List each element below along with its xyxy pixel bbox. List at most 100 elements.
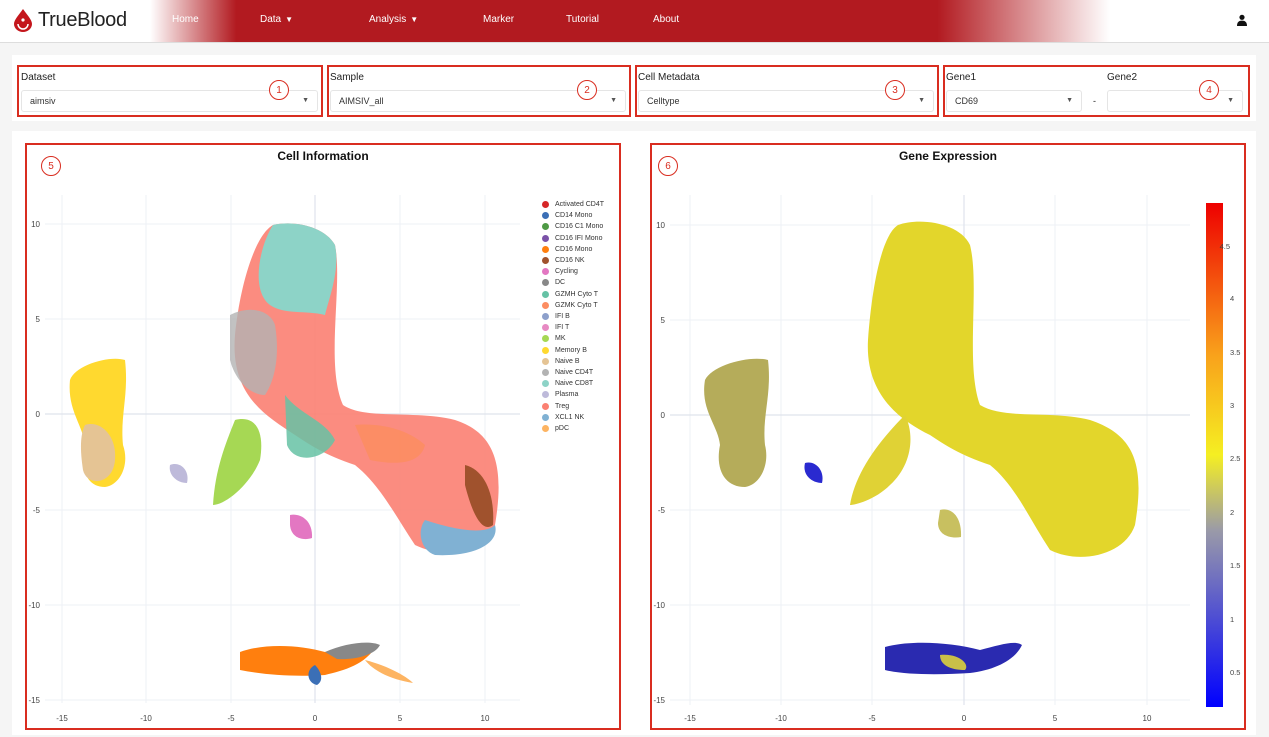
- legend-item[interactable]: XCL1 NK: [542, 413, 585, 421]
- legend-label: IFI T: [555, 324, 570, 332]
- legend-item[interactable]: pDC: [542, 425, 569, 432]
- legend-swatch: [542, 234, 549, 242]
- x-tick: 10: [1143, 714, 1152, 723]
- step-badge-1: 1: [269, 80, 289, 100]
- legend-swatch: [542, 357, 549, 365]
- metadata-label: Cell Metadata: [638, 72, 700, 83]
- legend-item[interactable]: CD16 NK: [542, 257, 585, 264]
- legend-swatch: [542, 413, 549, 421]
- caret-down-icon: ▼: [285, 15, 294, 24]
- y-tick: 0: [36, 410, 41, 419]
- legend-swatch: [542, 380, 549, 388]
- legend-label: GZMH Cyto T: [555, 290, 599, 298]
- y-tick: 0: [661, 411, 666, 420]
- cell-info-title: Cell Information: [277, 149, 369, 163]
- nav-home[interactable]: Home: [172, 14, 199, 25]
- gene-separator: -: [1093, 96, 1096, 106]
- step-badge-2: 2: [577, 80, 597, 100]
- colorbar-tick: 4.5: [1220, 242, 1230, 251]
- legend-item[interactable]: MK: [542, 335, 566, 343]
- legend-label: CD16 C1 Mono: [555, 223, 604, 231]
- legend-swatch: [542, 268, 549, 276]
- dataset-label: Dataset: [21, 72, 56, 83]
- legend-item[interactable]: Treg: [542, 402, 569, 410]
- nav-home-label: Home: [172, 14, 199, 25]
- legend-item[interactable]: CD16 Mono: [542, 245, 592, 253]
- legend-swatch: [542, 346, 549, 354]
- dataset-select-value: aimsiv: [30, 96, 56, 106]
- legend-item[interactable]: IFI T: [542, 324, 570, 332]
- nav-data[interactable]: Data ▼: [260, 14, 293, 25]
- nav-tutorial[interactable]: Tutorial: [566, 14, 599, 25]
- gene-expr-umap[interactable]: 4.5 4 3.5 3 2.5 2 1.5 1 0.5 -15 -10 -5 0…: [650, 165, 1246, 725]
- y-tick: -10: [653, 601, 665, 610]
- x-tick: -5: [227, 714, 235, 723]
- chevron-down-icon: ▼: [302, 97, 309, 104]
- x-tick: -15: [684, 714, 696, 723]
- cell-info-umap[interactable]: -15 -10 -5 0 5 10 10 5 0 -5 -10 -15: [25, 165, 625, 725]
- legend-label: Naive CD4T: [555, 369, 594, 376]
- legend-swatch: [542, 391, 549, 399]
- chevron-down-icon: ▼: [610, 97, 617, 104]
- legend-label: Activated CD4T: [555, 201, 605, 208]
- sample-label: Sample: [330, 72, 364, 83]
- legend-item[interactable]: CD16 IFI Mono: [542, 234, 602, 242]
- x-tick: 10: [481, 714, 490, 723]
- nav-marker[interactable]: Marker: [483, 14, 514, 25]
- legend-item[interactable]: CD14 Mono: [542, 212, 592, 220]
- colorbar-tick: 3.5: [1230, 348, 1240, 357]
- legend-label: Memory B: [555, 346, 587, 354]
- legend-item[interactable]: GZMK Cyto T: [542, 301, 598, 309]
- gene2-select[interactable]: ▼: [1107, 90, 1243, 112]
- step-badge-4: 4: [1199, 80, 1219, 100]
- colorbar-tick: 1: [1230, 615, 1234, 624]
- legend-item[interactable]: GZMH Cyto T: [542, 290, 599, 298]
- legend-item[interactable]: Naive B: [542, 357, 580, 365]
- x-tick: 5: [398, 714, 403, 723]
- y-tick: -15: [28, 696, 40, 705]
- chevron-down-icon: ▼: [1066, 97, 1073, 104]
- gene1-select[interactable]: CD69 ▼: [946, 90, 1082, 112]
- legend-item[interactable]: Cycling: [542, 268, 578, 276]
- top-navbar: TrueBlood Home Data ▼ Analysis ▼ Marker …: [0, 0, 1269, 43]
- legend-label: Cycling: [555, 268, 578, 276]
- step-badge-3: 3: [885, 80, 905, 100]
- y-tick: -15: [653, 696, 665, 705]
- legend-item[interactable]: Naive CD4T: [542, 369, 593, 376]
- legend-label: Plasma: [555, 391, 579, 399]
- legend-label: IFI B: [555, 313, 570, 320]
- legend-label: GZMK Cyto T: [555, 301, 598, 309]
- y-tick: -5: [33, 506, 41, 515]
- nav-analysis[interactable]: Analysis ▼: [369, 14, 418, 25]
- x-tick: -10: [775, 714, 787, 723]
- legend-item[interactable]: CD16 C1 Mono: [542, 223, 604, 231]
- blood-drop-icon: [14, 9, 32, 32]
- legend-label: MK: [555, 335, 566, 343]
- colorbar-tick: 2.5: [1230, 454, 1240, 463]
- app-logo[interactable]: TrueBlood: [12, 8, 127, 32]
- nav-analysis-label: Analysis: [369, 14, 407, 25]
- legend-item[interactable]: IFI B: [542, 313, 570, 320]
- nav-data-label: Data: [260, 14, 282, 25]
- legend-item[interactable]: Activated CD4T: [542, 201, 604, 208]
- legend-swatch: [542, 257, 549, 264]
- legend-label: XCL1 NK: [555, 413, 585, 421]
- user-icon[interactable]: [1236, 14, 1248, 26]
- colorbar-tick: 3: [1230, 401, 1234, 410]
- legend-item[interactable]: DC: [542, 279, 565, 287]
- y-tick: 5: [36, 315, 41, 324]
- legend-label: Naive B: [555, 357, 580, 365]
- y-tick: 10: [31, 220, 40, 229]
- legend-swatch: [542, 201, 549, 208]
- sample-select-value: AIMSIV_all: [339, 96, 384, 106]
- x-tick: -15: [56, 714, 68, 723]
- legend-item[interactable]: Memory B: [542, 346, 587, 354]
- metadata-select-value: Celltype: [647, 96, 680, 106]
- legend-item[interactable]: Naive CD8T: [542, 380, 593, 388]
- legend-swatch: [542, 301, 549, 309]
- chevron-down-icon: ▼: [1227, 97, 1234, 104]
- nav-about[interactable]: About: [653, 14, 679, 25]
- legend-item[interactable]: Plasma: [542, 391, 579, 399]
- legend-swatch: [542, 290, 549, 298]
- gene1-label: Gene1: [946, 72, 977, 83]
